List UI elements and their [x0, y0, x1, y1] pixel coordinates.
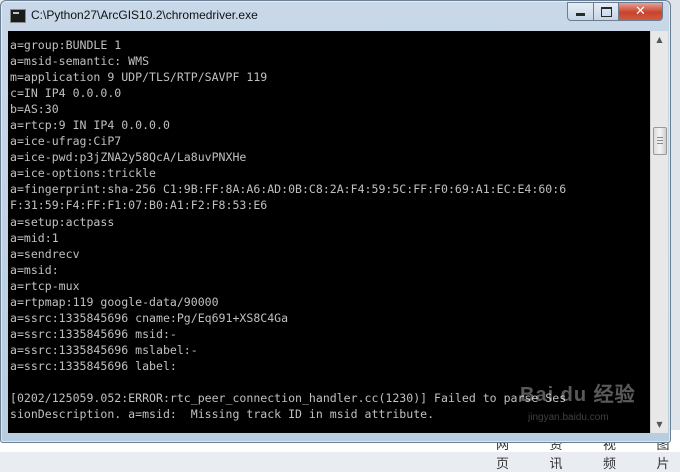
console-line: a=setup:actpass: [10, 214, 650, 230]
console-line: a=msid-semantic: WMS: [10, 53, 650, 69]
console-line: a=ice-pwd:p3jZNA2y58QcA/La8uvPNXHe: [10, 149, 650, 165]
scroll-up-button[interactable]: ▲: [651, 31, 668, 48]
console-line: a=ssrc:1335845696 cname:Pg/Eq691+XS8C4Ga: [10, 310, 650, 326]
console-window: C:\Python27\ArcGIS10.2\chromedriver.exe …: [0, 0, 671, 443]
console-line: a=rtpmap:119 google-data/90000: [10, 294, 650, 310]
console-line: a=mid:1: [10, 230, 650, 246]
console-line: a=rtcp-mux: [10, 278, 650, 294]
chevron-up-icon: ▲: [656, 35, 662, 44]
minimize-icon: [576, 13, 585, 16]
watermark-url: jingyan.baidu.com: [528, 412, 609, 423]
window-title: C:\Python27\ArcGIS10.2\chromedriver.exe: [31, 8, 258, 22]
console-line: c=IN IP4 0.0.0.0: [10, 85, 650, 101]
close-icon: ✕: [635, 4, 646, 19]
console-line: a=ssrc:1335845696 msid:-: [10, 326, 650, 342]
grip-line: [657, 137, 663, 138]
vertical-scrollbar[interactable]: ▲ ▼: [650, 31, 668, 433]
grip-line: [657, 143, 663, 144]
close-button[interactable]: ✕: [618, 2, 663, 21]
maximize-icon: [601, 7, 612, 17]
console-line: a=ssrc:1335845696 label:: [10, 358, 650, 374]
console-line: a=ice-ufrag:CiP7: [10, 133, 650, 149]
console-app-icon[interactable]: [10, 9, 26, 23]
console-text: a=group:BUNDLE 1a=msid-semantic: WMSm=ap…: [8, 31, 650, 422]
minimize-button[interactable]: [567, 2, 594, 21]
baidu-jingyan-watermark: Bai du 经验 jingyan.baidu.com: [520, 378, 670, 428]
console-line: a=ssrc:1335845696 mslabel:-: [10, 342, 650, 358]
console-line: a=ice-options:trickle: [10, 165, 650, 181]
maximize-button[interactable]: [593, 2, 619, 21]
watermark-logo: Bai du 经验: [520, 378, 636, 407]
console-line: m=application 9 UDP/TLS/RTP/SAVPF 119: [10, 69, 650, 85]
title-bar[interactable]: C:\Python27\ArcGIS10.2\chromedriver.exe …: [1, 1, 670, 31]
console-line: a=sendrecv: [10, 246, 650, 262]
console-line: a=group:BUNDLE 1: [10, 37, 650, 53]
console-line: a=fingerprint:sha-256 C1:9B:FF:8A:A6:AD:…: [10, 181, 650, 197]
console-line: b=AS:30: [10, 101, 650, 117]
console-line: a=msid:: [10, 262, 650, 278]
scrollbar-thumb[interactable]: [653, 127, 667, 155]
console-line: a=rtcp:9 IN IP4 0.0.0.0: [10, 117, 650, 133]
grip-line: [657, 140, 663, 141]
console-line: F:31:59:F4:FF:F1:07:B0:A1:F2:F8:53:E6: [10, 197, 650, 213]
console-output[interactable]: a=group:BUNDLE 1a=msid-semantic: WMSm=ap…: [8, 31, 650, 433]
